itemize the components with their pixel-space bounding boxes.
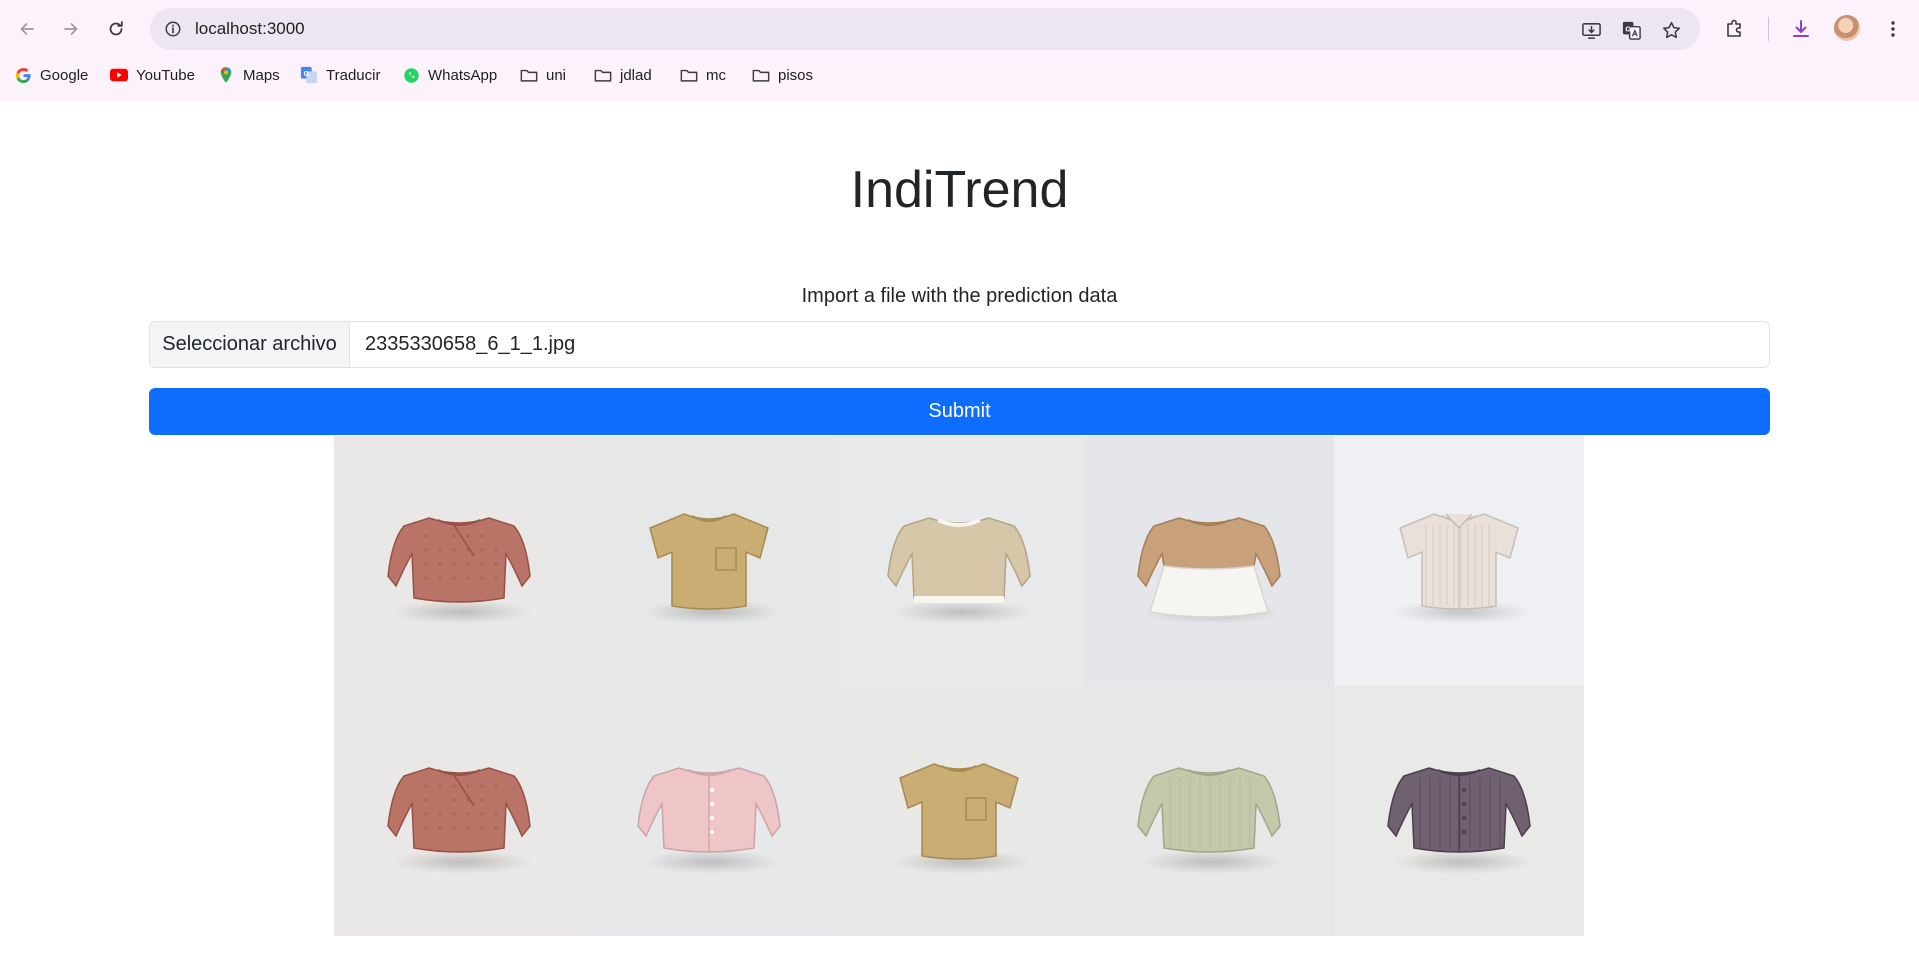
- product-image-pocket-tshirt: [834, 686, 1084, 936]
- product-image-quilted-sweater: [334, 686, 584, 936]
- reload-icon: [109, 21, 123, 36]
- bookmark-label: WhatsApp: [428, 66, 498, 84]
- file-input[interactable]: Seleccionar archivo 2335330658_6_1_1.jpg: [149, 321, 1770, 368]
- garment-illustration: [1392, 513, 1532, 624]
- translate-icon: G: [300, 66, 318, 84]
- product-image-peplum-sweatshirt: [1084, 436, 1334, 686]
- bookmark-maps[interactable]: Maps: [217, 62, 280, 88]
- bookmark-label: uni: [546, 66, 567, 84]
- address-bar[interactable]: localhost:3000 G: [150, 8, 1700, 50]
- folder-icon: [680, 66, 698, 84]
- bookmark-label: YouTube: [136, 66, 195, 84]
- choose-file-button[interactable]: Seleccionar archivo: [150, 322, 350, 367]
- browser-chrome: localhost:3000 G Google YouTube Maps G T…: [0, 0, 1919, 101]
- bookmark-whatsapp[interactable]: WhatsApp: [402, 62, 497, 88]
- page-title: IndiTrend: [850, 161, 1069, 219]
- product-image-striped-shirt: [1334, 436, 1584, 686]
- bookmark-label: Maps: [243, 66, 280, 84]
- bookmark-folder-uni[interactable]: uni: [520, 62, 566, 88]
- maps-icon: [217, 66, 235, 84]
- bookmark-youtube[interactable]: YouTube: [110, 62, 195, 88]
- bookmark-traducir[interactable]: G Traducir: [300, 62, 380, 88]
- product-image-pocket-tshirt: [584, 436, 834, 686]
- bookmark-star-icon[interactable]: [1658, 17, 1684, 43]
- bookmark-folder-jdlad[interactable]: jdlad: [594, 62, 652, 88]
- translate-page-icon[interactable]: G: [1618, 17, 1644, 43]
- product-image-layered-sweatshirt: [834, 436, 1084, 686]
- product-image-sage-sweater: [1084, 686, 1334, 936]
- bookmark-label: jdlad: [620, 66, 652, 84]
- site-info-icon[interactable]: [160, 16, 186, 42]
- install-app-icon[interactable]: [1578, 17, 1604, 43]
- garment-illustration: [1387, 767, 1532, 874]
- product-image-plum-cardigan: [1334, 686, 1584, 936]
- forward-button[interactable]: [54, 12, 88, 46]
- back-button[interactable]: [10, 12, 44, 46]
- url-text[interactable]: localhost:3000: [195, 19, 305, 39]
- downloads-button[interactable]: [1784, 12, 1818, 46]
- menu-button[interactable]: [1876, 12, 1910, 46]
- bookmark-folder-pisos[interactable]: pisos: [752, 62, 813, 88]
- youtube-icon: [110, 66, 128, 84]
- garment-illustration: [642, 513, 782, 624]
- folder-icon: [752, 66, 770, 84]
- garment-illustration: [887, 517, 1032, 624]
- more-vertical-icon: [1891, 21, 1895, 37]
- bookmark-label: Google: [40, 66, 89, 84]
- product-image-pink-cardigan: [584, 686, 834, 936]
- puzzle-icon: [1727, 19, 1741, 37]
- bookmark-label: mc: [706, 66, 726, 84]
- bookmark-google[interactable]: Google: [14, 62, 88, 88]
- garment-illustration: [387, 767, 532, 874]
- bookmark-label: pisos: [778, 66, 814, 84]
- extensions-button[interactable]: [1718, 12, 1752, 46]
- google-icon: [14, 66, 32, 84]
- product-gallery: [334, 436, 1584, 936]
- garment-illustration: [387, 517, 532, 624]
- folder-icon: [520, 66, 538, 84]
- svg-text:G: G: [1625, 24, 1631, 33]
- whatsapp-icon: [402, 66, 420, 84]
- toolbar-divider: [1768, 17, 1769, 41]
- garment-illustration: [637, 767, 782, 874]
- svg-text:G: G: [304, 69, 310, 78]
- bookmark-folder-mc[interactable]: mc: [680, 62, 726, 88]
- arrow-left-icon: [20, 23, 34, 35]
- import-label: Import a file with the prediction data: [801, 285, 1118, 307]
- folder-icon: [594, 66, 612, 84]
- download-icon: [1793, 20, 1809, 37]
- product-image-quilted-sweater: [334, 436, 584, 686]
- garment-illustration: [1137, 767, 1282, 874]
- garment-illustration: [892, 763, 1032, 874]
- submit-button[interactable]: Submit: [149, 388, 1770, 435]
- selected-file-name: 2335330658_6_1_1.jpg: [365, 333, 576, 355]
- bookmarks-bar: Google YouTube Maps G Traducir WhatsApp …: [0, 62, 1919, 88]
- profile-avatar[interactable]: [1834, 15, 1860, 41]
- garment-illustration: [1137, 517, 1282, 624]
- browser-toolbar: localhost:3000 G: [0, 0, 1919, 58]
- reload-button[interactable]: [99, 12, 133, 46]
- arrow-right-icon: [64, 23, 78, 35]
- bookmark-label: Traducir: [326, 66, 381, 84]
